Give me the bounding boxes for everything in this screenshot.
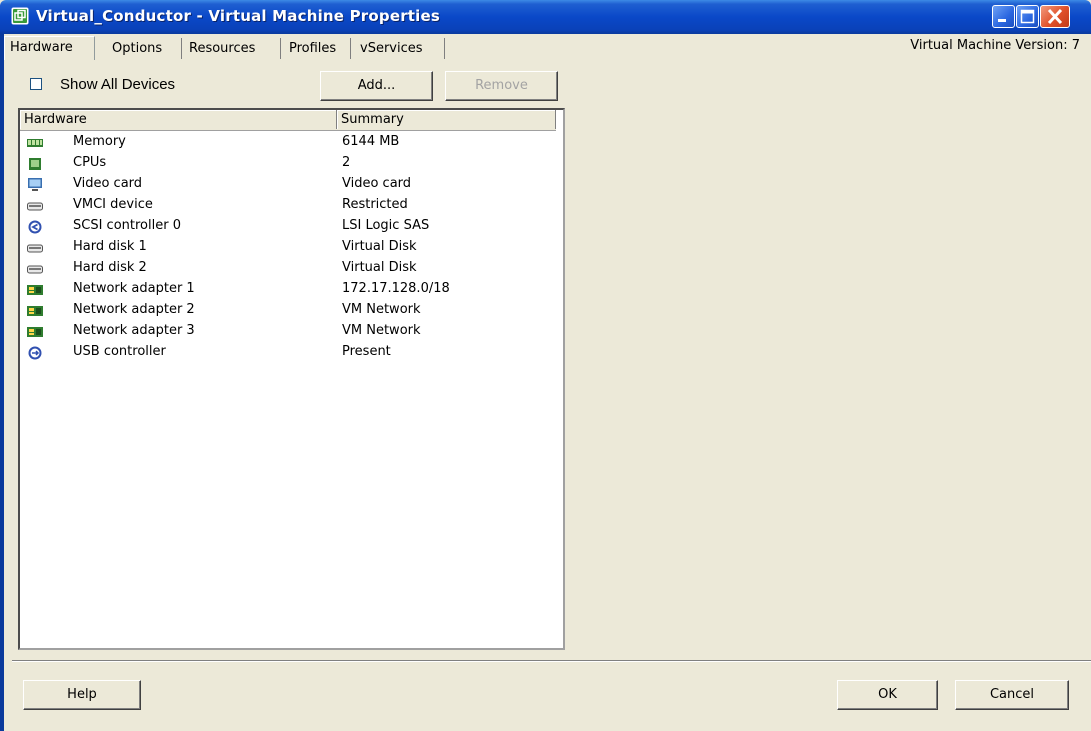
close-icon [1047,8,1063,25]
hardware-name: VMCI device [73,197,153,212]
table-row[interactable]: CPUs 2 [20,154,556,175]
video-card-icon [28,178,42,191]
tab-profiles[interactable]: Profiles [284,38,351,59]
hardware-summary: LSI Logic SAS [342,218,430,233]
cpu-icon [29,158,41,170]
hardware-summary: Present [342,344,391,359]
network-adapter-icon [27,285,43,295]
maximize-button[interactable] [1016,5,1039,28]
network-adapter-icon [27,306,43,316]
close-button[interactable] [1040,5,1070,28]
ok-button[interactable]: OK [837,680,938,710]
hardware-name: CPUs [73,155,107,170]
hardware-summary: VM Network [342,302,421,317]
help-button[interactable]: Help [23,680,141,710]
vm-properties-icon [11,7,29,25]
usb-controller-icon [28,346,42,360]
scsi-controller-icon [28,220,42,234]
hardware-name: Hard disk 1 [73,239,147,254]
list-header: Hardware Summary [20,110,556,131]
window-border [0,34,4,731]
table-row[interactable]: Network adapter 2 VM Network [20,301,556,322]
add-button[interactable]: Add... [320,71,433,101]
tab-resources[interactable]: Resources [184,38,281,59]
network-adapter-icon [27,327,43,337]
footer-divider [12,660,1091,662]
checkbox-icon[interactable] [30,78,42,90]
vmci-device-icon [27,202,43,211]
table-row[interactable]: VMCI device Restricted [20,196,556,217]
hardware-summary: 2 [342,155,351,170]
hardware-name: Video card [73,176,143,191]
title-bar[interactable]: Virtual_Conductor - Virtual Machine Prop… [0,0,1091,34]
table-row[interactable]: SCSI controller 0 LSI Logic SAS [20,217,556,238]
hardware-name: Memory [73,134,126,149]
table-row[interactable]: Network adapter 1 172.17.128.0/18 [20,280,556,301]
hardware-name: Hard disk 2 [73,260,147,275]
table-row[interactable]: Memory 6144 MB [20,133,556,154]
table-row[interactable]: Video card Video card [20,175,556,196]
minimize-icon [998,19,1006,22]
hardware-list[interactable]: Hardware Summary Memory 6144 MB CPUs 2 V… [18,108,565,650]
vm-version-label: Virtual Machine Version: 7 [910,38,1080,53]
table-row[interactable]: Hard disk 2 Virtual Disk [20,259,556,280]
hardware-summary: Video card [342,176,412,191]
show-all-devices-label: Show All Devices [60,76,176,93]
hardware-summary: Virtual Disk [342,239,417,254]
maximize-icon [1020,9,1035,24]
hardware-name: Network adapter 2 [73,302,195,317]
table-row[interactable]: USB controller Present [20,343,556,364]
tab-vservices[interactable]: vServices [355,38,445,59]
table-row[interactable]: Network adapter 3 VM Network [20,322,556,343]
memory-icon [27,139,43,147]
window-title: Virtual_Conductor - Virtual Machine Prop… [36,7,441,25]
hardware-name: SCSI controller 0 [73,218,181,233]
hard-disk-icon [27,265,43,274]
remove-button[interactable]: Remove [445,71,558,101]
hardware-name: USB controller [73,344,166,359]
hardware-name: Network adapter 1 [73,281,195,296]
hardware-summary: Restricted [342,197,408,212]
hardware-summary: 6144 MB [342,134,400,149]
column-header-hardware[interactable]: Hardware [20,110,337,129]
cancel-button[interactable]: Cancel [955,680,1069,710]
minimize-button[interactable] [992,5,1015,28]
tab-options[interactable]: Options [107,38,182,59]
table-row[interactable]: Hard disk 1 Virtual Disk [20,238,556,259]
hardware-summary: VM Network [342,323,421,338]
column-header-summary[interactable]: Summary [337,110,556,129]
tab-hardware[interactable]: Hardware [4,36,95,60]
hardware-summary: Virtual Disk [342,260,417,275]
hardware-name: Network adapter 3 [73,323,195,338]
hardware-summary: 172.17.128.0/18 [342,281,450,296]
hard-disk-icon [27,244,43,253]
